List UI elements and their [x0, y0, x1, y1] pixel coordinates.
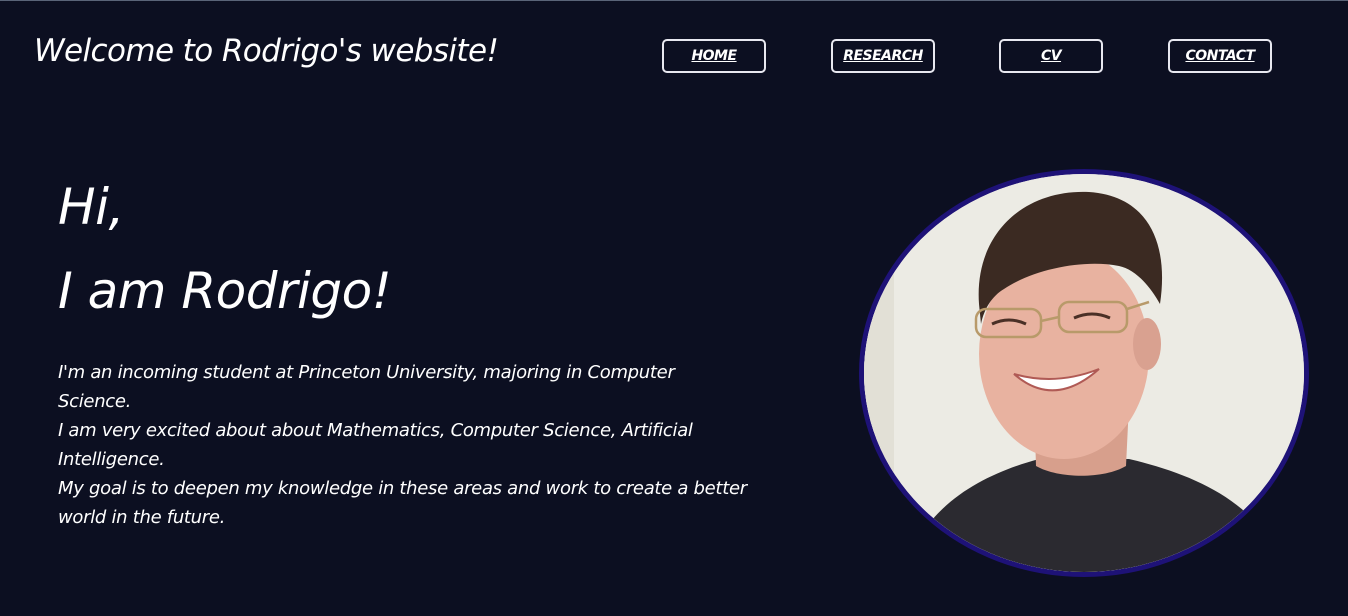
page: Welcome to Rodrigo's website! HOME RESEA… — [0, 0, 1348, 616]
bio-line: I'm an incoming student at Princeton Uni… — [58, 362, 675, 412]
greeting-line-hi: Hi, — [58, 178, 124, 236]
hero-greeting: Hi, I am Rodrigo! — [58, 165, 392, 333]
bio-line: My goal is to deepen my knowledge in the… — [58, 478, 747, 528]
greeting-line-name: I am Rodrigo! — [58, 262, 392, 320]
profile-portrait — [859, 169, 1309, 577]
bio-line: I am very excited about about Mathematic… — [58, 420, 693, 470]
nav-home-button[interactable]: HOME — [662, 39, 766, 73]
nav-cv-button[interactable]: CV — [999, 39, 1103, 73]
nav-contact-button[interactable]: CONTACT — [1168, 39, 1272, 73]
hero-bio: I'm an incoming student at Princeton Uni… — [58, 358, 748, 532]
portrait-photo-icon — [864, 174, 1304, 572]
nav-research-button[interactable]: RESEARCH — [831, 39, 935, 73]
site-title: Welcome to Rodrigo's website! — [34, 33, 499, 69]
